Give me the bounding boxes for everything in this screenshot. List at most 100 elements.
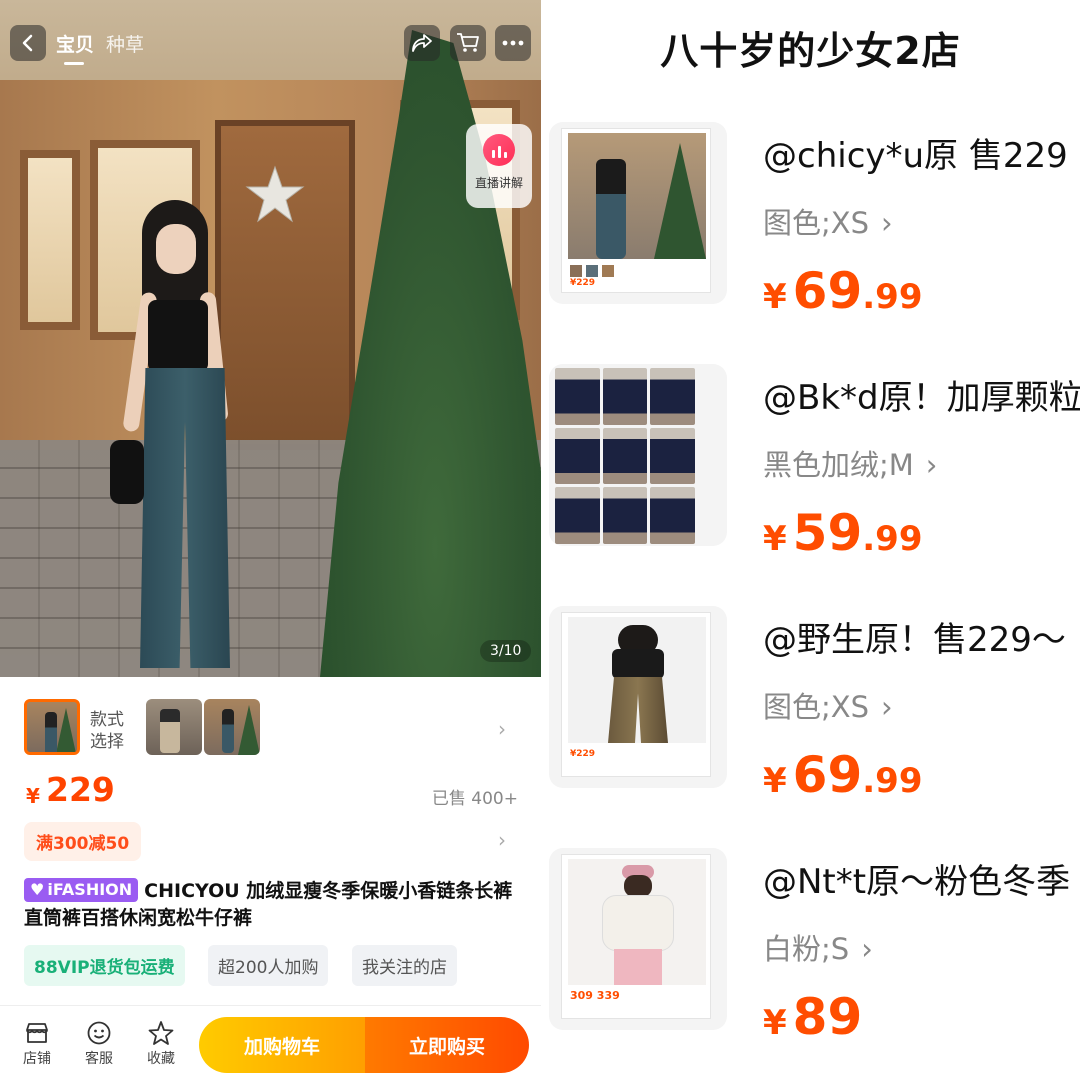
order-item[interactable]: ¥229 @野生原！售229～ 图色;XS › ¥69.99 [541, 606, 1080, 846]
product-price: 229 [46, 770, 115, 809]
item-price: ¥69.99 [763, 262, 923, 320]
promo-badge[interactable]: 满300减50 [24, 822, 142, 861]
item-spec[interactable]: 黑色加绒;M › [763, 442, 937, 484]
back-arrow-icon [22, 34, 33, 52]
vip-return-tag[interactable]: 88VIP退货包运费 [24, 945, 185, 986]
product-title: ♥ iFASHION CHICYOU 加绒显瘦冬季保暖小香链条长裤直筒裤百搭休闲宽松… [24, 878, 520, 932]
item-name: @Bk*d原！加厚颗粒 [763, 378, 1080, 418]
add-to-cart-button[interactable]: 加购物车 [199, 1017, 365, 1073]
order-item[interactable]: ¥229 @chicy*u原 售229 图色;XS › ¥69.99 [541, 122, 1080, 362]
followed-shop-tag[interactable]: 我关注的店 [352, 945, 457, 986]
smile-face-icon [87, 1021, 111, 1045]
add-cart-count-tag[interactable]: 超200人加购 [208, 945, 329, 986]
chevron-right-icon: › [881, 206, 893, 240]
live-explain-button[interactable]: 直播讲解 [466, 124, 532, 208]
item-price: ¥69.99 [763, 746, 923, 804]
price-integer: 69 [792, 262, 863, 320]
item-price: ¥89 [763, 988, 862, 1046]
chevron-right-icon: › [925, 448, 938, 482]
style-select-label[interactable]: 款式选择 [90, 709, 130, 753]
tab-seed[interactable]: 种草 [106, 30, 144, 57]
chevron-right-icon: › [881, 690, 893, 724]
currency-symbol: ¥ [763, 277, 787, 317]
model-bag [110, 440, 144, 504]
currency-symbol: ¥ [763, 1003, 787, 1043]
chevron-right-icon[interactable]: › [498, 828, 506, 852]
top-nav-bar: 宝贝 种草 [0, 0, 541, 84]
ifashion-badge-text: iFASHION [47, 880, 133, 899]
ifashion-badge: ♥ iFASHION [24, 878, 139, 902]
cart-button[interactable] [450, 25, 486, 61]
item-spec-text: 白粉;S [763, 932, 850, 966]
price-integer: 89 [792, 988, 863, 1046]
style-thumbnail[interactable] [146, 699, 202, 755]
item-spec[interactable]: 白粉;S › [763, 926, 873, 968]
price-decimal: .99 [862, 761, 923, 801]
item-spec[interactable]: 图色;XS › [763, 684, 893, 726]
store-label: 店铺 [23, 1051, 51, 1067]
chevron-right-icon: › [861, 932, 873, 966]
star-icon [148, 1021, 174, 1045]
item-thumbnail[interactable]: ¥229 [549, 122, 727, 304]
model-person [110, 200, 240, 670]
mini-price: ¥229 [570, 749, 596, 759]
favorite-button[interactable]: 收藏 [138, 1020, 184, 1068]
star-ornament [245, 165, 305, 223]
item-price: ¥59.99 [763, 504, 923, 562]
share-icon [412, 34, 432, 52]
item-thumbnail[interactable] [549, 364, 727, 546]
item-spec-text: 图色;XS [763, 206, 870, 240]
chevron-right-icon[interactable]: › [498, 717, 506, 741]
tab-item[interactable]: 宝贝 [56, 30, 94, 65]
mini-product-photo [568, 859, 706, 985]
sold-count: 已售 400+ [431, 789, 518, 809]
customer-service-label: 客服 [85, 1051, 113, 1067]
mini-product-photo [568, 617, 706, 743]
store-button[interactable]: 店铺 [14, 1020, 60, 1068]
live-explain-label: 直播讲解 [474, 176, 523, 190]
mini-product-card: ¥229 [561, 612, 711, 777]
more-button[interactable] [495, 25, 531, 61]
style-thumbnail[interactable] [204, 699, 260, 755]
order-item[interactable]: 309 339 @Nt*t原～粉色冬季 白粉;S › ¥89 [541, 848, 1080, 1080]
share-button[interactable] [404, 25, 440, 61]
item-spec-text: 图色;XS [763, 690, 870, 724]
model-top [148, 300, 208, 372]
mini-photo-grid [555, 368, 695, 544]
item-name: @chicy*u原 售229 [763, 136, 1068, 176]
currency-symbol: ¥ [763, 519, 787, 559]
window [20, 150, 80, 330]
order-item[interactable]: @Bk*d原！加厚颗粒 黑色加绒;M › ¥59.99 [541, 364, 1080, 604]
mini-product-card: 309 339 [561, 854, 711, 1019]
mini-product-footer: 309 339 [568, 989, 706, 1017]
more-dots-icon [502, 40, 524, 46]
mini-price: 309 339 [570, 989, 620, 1002]
mini-product-footer: ¥229 [568, 747, 706, 775]
gallery-counter: 3/10 [480, 640, 532, 662]
price-integer: 69 [792, 746, 863, 804]
heart-icon: ♥ [30, 880, 45, 899]
price-decimal: .99 [862, 277, 923, 317]
product-detail-panel: 宝贝 种草 直播讲解 3/10 款式选择 › ¥ 229 已售 400+ 满30… [0, 0, 541, 1080]
mini-product-photo [568, 133, 706, 259]
style-thumbnail[interactable] [24, 699, 80, 755]
back-button[interactable] [10, 25, 46, 61]
item-name: @Nt*t原～粉色冬季 [763, 862, 1071, 902]
price-decimal: .99 [862, 519, 923, 559]
live-bars-icon [483, 134, 515, 166]
price-row: ¥ 229 已售 400+ [26, 770, 520, 814]
shop-title: 八十岁的少女2店 [660, 29, 961, 73]
mini-price: ¥229 [570, 278, 596, 288]
item-thumbnail[interactable]: ¥229 [549, 606, 727, 788]
customer-service-button[interactable]: 客服 [76, 1020, 122, 1068]
bottom-action-bar: 店铺 客服 收藏 加购物车 立即购买 [0, 1006, 541, 1080]
item-spec-text: 黑色加绒;M [763, 448, 914, 482]
currency-symbol: ¥ [26, 784, 40, 808]
model-jeans [140, 368, 230, 668]
item-spec[interactable]: 图色;XS › [763, 200, 893, 242]
price-integer: 59 [792, 504, 863, 562]
product-photo[interactable]: 宝贝 种草 直播讲解 3/10 [0, 0, 541, 677]
buy-now-button[interactable]: 立即购买 [365, 1017, 529, 1073]
store-icon [26, 1023, 48, 1043]
item-thumbnail[interactable]: 309 339 [549, 848, 727, 1030]
